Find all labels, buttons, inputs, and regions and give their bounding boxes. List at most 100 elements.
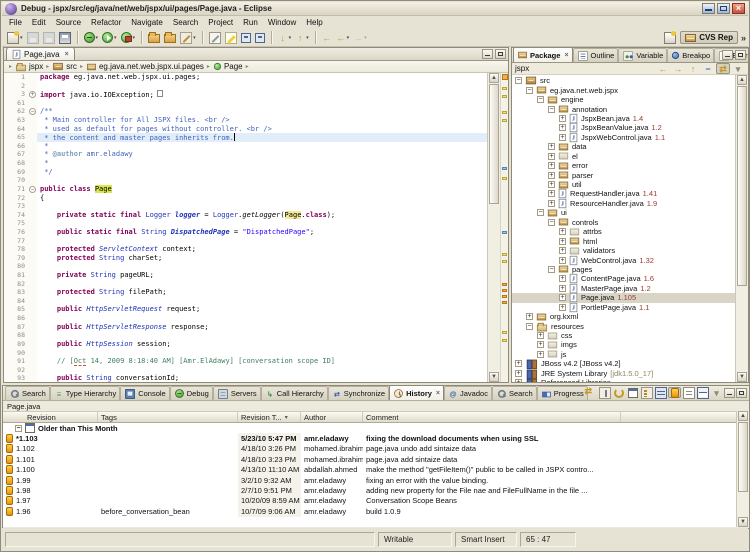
code-line[interactable]: 92 [4, 366, 487, 375]
code-line[interactable]: 63 * Main controller for All JSPX files.… [4, 116, 487, 125]
maximize-view-icon[interactable] [735, 50, 746, 60]
breadcrumb-arrow-icon[interactable]: ▸ [80, 63, 83, 70]
close-window-icon[interactable] [732, 3, 745, 14]
history-scrollbar[interactable]: ▲ ▼ [736, 411, 749, 527]
menu-search[interactable]: Search [168, 17, 203, 28]
checkout-as-button[interactable] [163, 30, 177, 46]
breadcrumb-arrow-icon[interactable]: ▸ [207, 63, 210, 70]
scroll-up-icon[interactable]: ▲ [489, 73, 499, 83]
breadcrumb-arrow-icon[interactable]: ▸ [246, 63, 249, 70]
code-line[interactable]: 61 [4, 99, 487, 108]
line-number[interactable]: 92 [4, 366, 28, 375]
tab-servers[interactable]: Servers [213, 386, 261, 400]
expand-icon[interactable]: + [537, 332, 544, 339]
line-number[interactable]: 73 [4, 202, 28, 211]
scrollbar-thumb[interactable] [489, 84, 499, 204]
tree-item-engine[interactable]: −engine [512, 95, 735, 104]
tab-variable[interactable]: Variable [618, 48, 667, 62]
line-number[interactable]: 75 [4, 219, 28, 228]
expand-icon[interactable]: + [515, 379, 522, 382]
expand-icon[interactable]: + [548, 190, 555, 197]
code-line[interactable]: 72{ [4, 194, 487, 203]
annotate-button[interactable]: ▾ [179, 30, 197, 46]
annotation-mark[interactable] [502, 119, 507, 122]
expand-icon[interactable]: + [548, 162, 555, 169]
link-editor-button[interactable]: ⇄ [716, 63, 730, 74]
column-header-spacer[interactable] [621, 412, 736, 422]
expand-icon[interactable]: + [559, 304, 566, 311]
mark-occurrences-button[interactable] [208, 30, 222, 46]
fold-marker[interactable]: + [28, 90, 37, 99]
up-button[interactable]: ↑ [686, 63, 700, 74]
column-header-comment[interactable]: Comment [363, 412, 621, 422]
tree-item-org-kxml[interactable]: +org.kxml [512, 312, 735, 321]
annotation-mark[interactable] [502, 295, 507, 298]
tree-item-validators[interactable]: +validators [512, 246, 735, 255]
breadcrumb-item-page[interactable]: Page [213, 62, 243, 71]
editor-scrollbar[interactable]: ▲ ▼ [487, 73, 500, 382]
close-icon[interactable]: × [65, 51, 69, 58]
tree-item-contentpage-java[interactable]: +ContentPage.java1.6 [512, 274, 735, 283]
line-number[interactable]: 77 [4, 237, 28, 246]
code-line[interactable]: 78 protected ServletContext context; [4, 245, 487, 254]
column-header-author[interactable]: Author [301, 412, 363, 422]
expand-icon[interactable]: + [515, 360, 522, 367]
show-table-button[interactable] [654, 387, 667, 398]
line-number[interactable]: 71 [4, 185, 28, 194]
history-row[interactable]: *1.1035/23/10 5:47 PMamr.eladawyfixing t… [3, 433, 736, 443]
expand-icon[interactable]: + [559, 257, 566, 264]
code-line[interactable]: 66 * [4, 142, 487, 151]
tab-call-hierarchy[interactable]: ↳Call Hierarchy [261, 386, 328, 400]
next-annotation-button[interactable]: ↓▾ [277, 30, 293, 46]
tab-search[interactable]: Search [5, 386, 50, 400]
code-line[interactable]: 67 * @author amr.eladawy [4, 150, 487, 159]
view-menu-button[interactable]: ▾ [710, 387, 723, 398]
expand-icon[interactable]: + [559, 134, 566, 141]
line-number[interactable]: 85 [4, 305, 28, 314]
code-editor[interactable]: 1package eg.java.net.web.jspx.ui.pages;2… [4, 73, 508, 382]
expand-icon[interactable]: + [559, 115, 566, 122]
dropdown-arrow-icon[interactable]: ▾ [20, 35, 23, 41]
annotation-mark[interactable] [502, 331, 507, 334]
tree-item-referenced-libraries[interactable]: +Referenced Libraries [512, 378, 735, 382]
show-selected-only-button[interactable] [254, 30, 266, 46]
save-all-button[interactable] [42, 30, 56, 46]
menu-source[interactable]: Source [51, 17, 86, 28]
expand-icon[interactable]: + [559, 238, 566, 245]
line-number[interactable]: 86 [4, 314, 28, 323]
tree-item-html[interactable]: +html [512, 236, 735, 245]
wrap-comments-button[interactable] [682, 387, 695, 398]
code-line[interactable]: 87 public HttpServletResponse response; [4, 323, 487, 332]
package-explorer-tree[interactable]: −src−eg.java.net.web.jspx−engine−annotat… [512, 75, 735, 382]
previous-annotation-button[interactable]: ↑▾ [294, 30, 310, 46]
line-number[interactable]: 83 [4, 288, 28, 297]
annotation-mark[interactable] [502, 260, 507, 263]
show-tag-button[interactable] [668, 387, 681, 398]
code-line[interactable]: 91 // [Oct 14, 2009 8:18:40 AM] [Amr.ElA… [4, 357, 487, 366]
tree-item-webcontrol-java[interactable]: +WebControl.java1.32 [512, 255, 735, 264]
tree-item-parser[interactable]: +parser [512, 170, 735, 179]
tree-item-util[interactable]: +util [512, 180, 735, 189]
tree-item-jre-system-library[interactable]: +JRE System Library[jdk1.5.0_17] [512, 369, 735, 378]
line-number[interactable]: 61 [4, 99, 28, 108]
line-number[interactable]: 68 [4, 159, 28, 168]
expand-icon[interactable]: + [548, 153, 555, 160]
annotation-mark[interactable] [502, 74, 508, 80]
breadcrumb-arrow-icon[interactable]: ▸ [46, 63, 49, 70]
code-line[interactable]: 62−/** [4, 107, 487, 116]
maximize-window-icon[interactable] [717, 3, 730, 14]
expand-icon[interactable]: + [559, 285, 566, 292]
code-line[interactable]: 64 * used as default for pages without c… [4, 125, 487, 134]
close-icon[interactable]: × [436, 390, 440, 397]
expand-icon[interactable]: + [559, 228, 566, 235]
dropdown-arrow-icon[interactable]: ▾ [364, 35, 367, 41]
history-row[interactable]: 1.96before_conversation_bean10/7/09 9:06… [3, 506, 736, 516]
breadcrumb-item-src[interactable]: src [52, 62, 77, 71]
forward-button[interactable]: →▾ [352, 30, 368, 46]
line-number[interactable]: 70 [4, 176, 28, 185]
collapse-icon[interactable]: − [29, 108, 36, 115]
back-button[interactable]: ←▾ [335, 30, 351, 46]
expand-icon[interactable]: + [526, 313, 533, 320]
group-by-date-button[interactable] [626, 387, 639, 398]
scroll-down-icon[interactable]: ▼ [737, 372, 747, 382]
